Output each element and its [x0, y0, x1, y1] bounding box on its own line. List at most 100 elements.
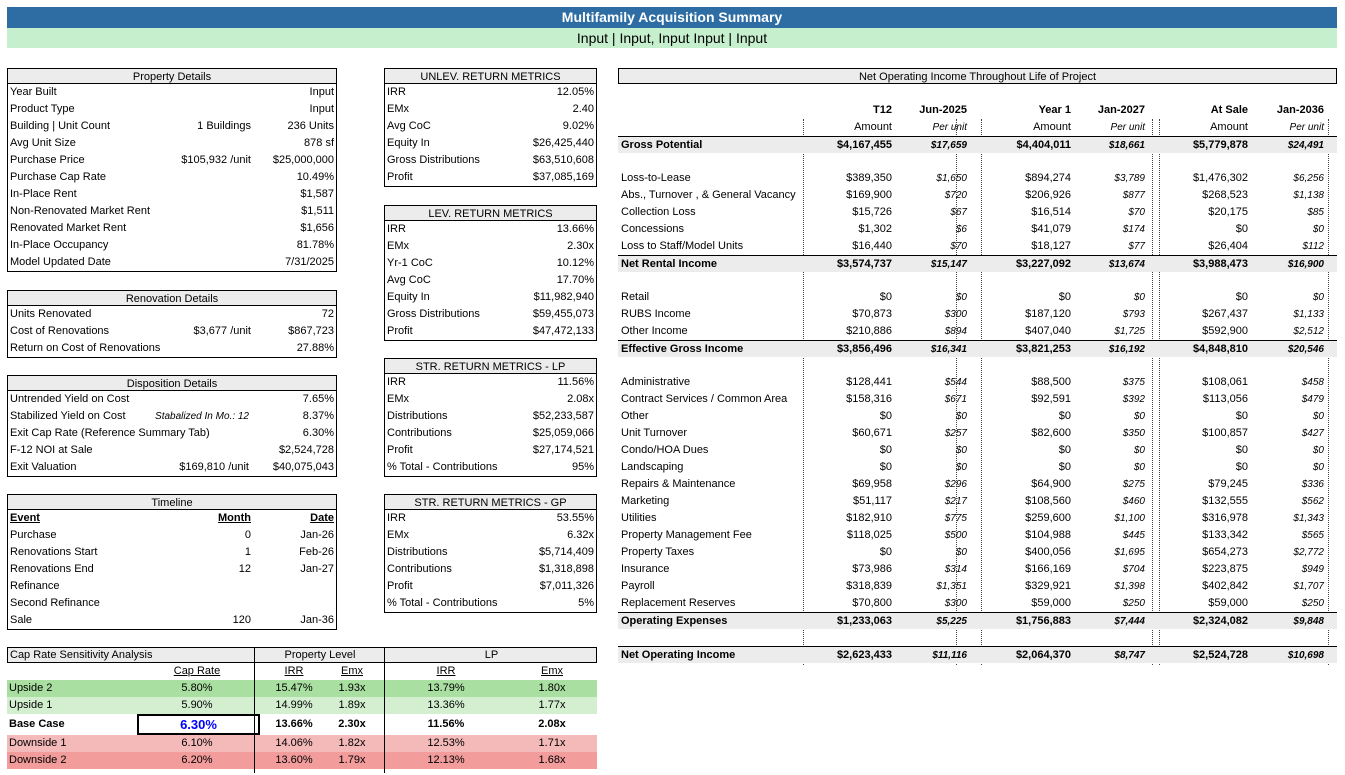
noi-value: $69,958 — [852, 478, 892, 490]
renovation_details-row: Cost of Renovations $3,677 /unit $867,723 — [8, 323, 336, 340]
noi-value: $59,000 — [1208, 597, 1248, 609]
renovation-details-panel: Renovation Details Units Renovated 72 Cost … — [7, 290, 337, 358]
noi-value: $206,926 — [1025, 189, 1071, 201]
noi-period-headers: T12 Jun-2025 Year 1 Jan-2027 At Sale Jan-2036 — [618, 102, 1337, 119]
noi-value: $1,707 — [1293, 581, 1324, 592]
subhead: Per unit — [1289, 122, 1324, 133]
noi-value: $296 — [944, 479, 967, 490]
sensitivity-row: Downside 2 6.20% 13.60% 1.79x 12.13% 1.68x — [7, 752, 597, 769]
noi-value: $329,921 — [1025, 580, 1071, 592]
row-label: IRR — [387, 512, 406, 524]
disposition_details-row: Stabilized Yield on Cost Stabalized In Mo… — [8, 408, 336, 425]
disposition_details-rows: Untrended Yield on Cost 7.65% Stabilized Y… — [7, 391, 337, 477]
noi-value: $1,133 — [1293, 309, 1324, 320]
row-value: 10.12% — [556, 257, 594, 269]
noi-value: $17,659 — [930, 140, 967, 151]
noi-label: Landscaping — [621, 461, 684, 473]
noi-value: $0 — [1133, 462, 1145, 473]
noi-row: Contract Services / Common Area $158,316 $… — [618, 391, 1337, 408]
noi-label: Condo/HOA Dues — [621, 444, 709, 456]
str_lp-row: Contributions $25,059,066 — [385, 425, 596, 442]
noi-value: $0 — [1133, 411, 1145, 422]
row-label: Avg CoC — [387, 274, 431, 286]
row-value: 2.08x — [567, 393, 594, 405]
row-detail: $169,810 /unit — [179, 461, 249, 473]
noi-value: $0 — [879, 410, 892, 422]
noi-value: $1,756,883 — [1015, 615, 1071, 627]
noi-value: $15,147 — [930, 259, 967, 270]
lev-row: EMx 2.30x — [385, 238, 596, 255]
noi-value: $70 — [1128, 207, 1145, 218]
noi-value: $402,842 — [1202, 580, 1248, 592]
noi-value: $458 — [1301, 377, 1324, 388]
noi-value: $4,404,011 — [1016, 139, 1071, 151]
str_gp-rows: IRR 53.55% EMx 6.32x Distributions $5,714,409… — [384, 510, 597, 613]
noi-label: Loss-to-Lease — [621, 172, 691, 184]
row-label: Profit — [387, 325, 413, 337]
lev-return-metrics-panel: LEV. RETURN METRICS IRR 13.66% EMx 2.30x Yr-1… — [384, 205, 597, 341]
row-value: $27,174,521 — [532, 444, 594, 456]
row-label: Profit — [387, 580, 413, 592]
timeline-month: 1 — [244, 546, 251, 558]
noi-row: Unit Turnover $60,671 $257 $82,600 $350 $100,… — [618, 425, 1337, 442]
noi-label: Administrative — [621, 376, 691, 388]
row-label: Exit Cap Rate (Reference Summary Tab) — [10, 427, 210, 439]
noi-value: $389,350 — [846, 172, 892, 184]
row-value: 13.66% — [556, 223, 594, 235]
noi-value: $132,555 — [1202, 495, 1248, 507]
noi-value: $18,661 — [1108, 140, 1145, 151]
period-header: Jun-2025 — [919, 104, 967, 116]
property_details-row: Year Built Input — [8, 84, 336, 101]
sensitivity-value: 1.80x — [538, 682, 566, 694]
disposition_details-row: Exit Cap Rate (Reference Summary Tab) 6.3… — [8, 425, 336, 442]
unlev-row: EMx 2.40 — [385, 101, 596, 118]
noi-value: $41,079 — [1031, 223, 1071, 235]
lev-row: Profit $47,472,133 — [385, 323, 596, 340]
str_gp-row: % Total - Contributions 5% — [385, 595, 596, 612]
sensitivity-divider — [384, 647, 385, 773]
sensitivity-value: 11.56% — [427, 718, 465, 730]
noi-label: Effective Gross Income — [621, 343, 744, 355]
timeline-row: Purchase 0 Jan-26 — [8, 527, 336, 544]
noi-value: $59,000 — [1031, 597, 1071, 609]
row-value: 2.40 — [572, 103, 594, 115]
noi-value: $500 — [944, 530, 967, 541]
noi-value: $592,900 — [1202, 325, 1248, 337]
noi-value: $793 — [1122, 309, 1145, 320]
sensitivity-header-row: Cap Rate Sensitivity Analysis Property Le… — [7, 647, 597, 663]
noi-value: $544 — [944, 377, 967, 388]
unlev-row: Profit $37,085,169 — [385, 169, 596, 186]
sensitivity-col-header: Emx — [541, 665, 563, 677]
noi-label: Unit Turnover — [621, 427, 688, 439]
str-return-metrics-lp-panel: STR. RETURN METRICS - LP IRR 11.56% EMx 2.08… — [384, 358, 597, 477]
noi-value: $7,444 — [1114, 616, 1145, 627]
timeline-header: Timeline — [7, 494, 337, 510]
noi-value: $1,398 — [1114, 581, 1145, 592]
row-label: EMx — [387, 393, 409, 405]
noi-value: $6,256 — [1293, 173, 1324, 184]
noi-value: $16,900 — [1287, 259, 1324, 270]
subhead: Amount — [1033, 121, 1071, 133]
row-value: 72 — [321, 308, 334, 320]
row-value: 9.02% — [562, 120, 594, 132]
row-value: 6.30% — [302, 427, 334, 439]
noi-value: $10,698 — [1287, 650, 1324, 661]
noi-label: Net Rental Income — [621, 258, 717, 270]
noi-subhead-row: Amount Per unit Amount Per unit Amount Per un… — [618, 119, 1337, 136]
noi-label: Other Income — [621, 325, 688, 337]
noi-label: Collection Loss — [621, 206, 696, 218]
noi-value: $70,800 — [852, 597, 892, 609]
disposition_details-row: F-12 NOI at Sale $2,524,728 — [8, 442, 336, 459]
sensitivity-value: 2.30x — [338, 718, 366, 730]
sensitivity-col-header: Emx — [341, 665, 363, 677]
unlev-rows: IRR 12.05% EMx 2.40 Avg CoC 9.02% Equity In $26… — [384, 84, 597, 187]
lp-group: LP — [484, 649, 499, 661]
sensitivity-value: 12.53% — [427, 737, 465, 749]
noi-value: $0 — [955, 292, 967, 303]
noi-total-row: Operating Expenses $1,233,063 $5,225 $1,756… — [618, 612, 1337, 629]
row-value: $7,011,326 — [539, 580, 594, 592]
noi-value: $400,056 — [1025, 546, 1071, 558]
row-label: % Total - Contributions — [387, 597, 498, 609]
noi-row: RUBS Income $70,873 $300 $187,120 $793 $267,4… — [618, 306, 1337, 323]
noi-value: $0 — [879, 546, 892, 558]
